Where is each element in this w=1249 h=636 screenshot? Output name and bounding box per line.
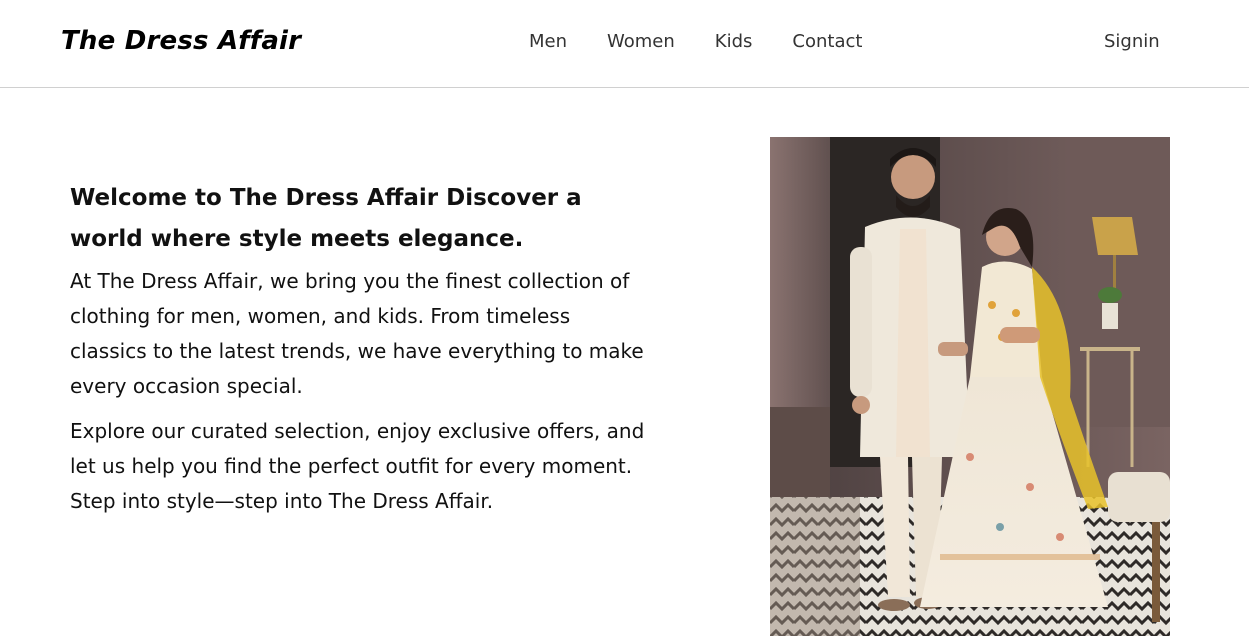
signin-link[interactable]: Signin: [1104, 31, 1160, 52]
nav-link-contact[interactable]: Contact: [792, 31, 862, 52]
navbar: The Dress Affair Men Women Kids Contact …: [0, 0, 1249, 88]
hero-heading: Welcome to The Dress Affair Discover a w…: [70, 185, 582, 252]
nav-link-men[interactable]: Men: [529, 31, 567, 52]
hero-paragraph-1: At The Dress Affair, we bring you the fi…: [70, 269, 644, 398]
hero-photo: [770, 137, 1170, 636]
nav-link-women[interactable]: Women: [607, 31, 675, 52]
nav-link-kids[interactable]: Kids: [715, 31, 753, 52]
brand-logo[interactable]: The Dress Affair: [61, 26, 301, 56]
main-nav: Men Women Kids Contact: [529, 31, 902, 52]
hero-paragraph-2: Explore our curated selection, enjoy exc…: [70, 419, 645, 513]
hero-text: Welcome to The Dress Affair Discover a w…: [70, 178, 650, 529]
couple-photo-illustration: [770, 137, 1170, 636]
